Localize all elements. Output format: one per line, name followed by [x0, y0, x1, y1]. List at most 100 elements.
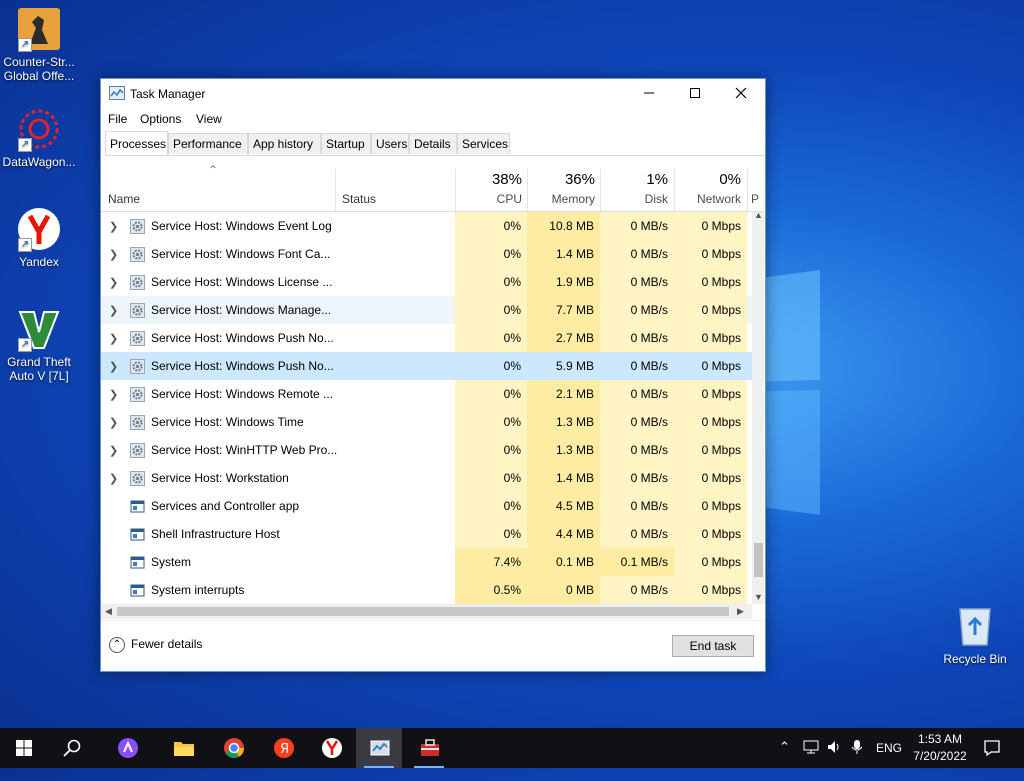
- process-cpu: 0%: [503, 331, 521, 345]
- start-button[interactable]: [0, 728, 46, 768]
- sort-ascending-icon: ⌃: [208, 163, 219, 177]
- chevron-right-icon[interactable]: ❯: [109, 332, 118, 345]
- clock[interactable]: 1:53 AM 7/20/2022: [900, 731, 980, 765]
- process-memory: 10.8 MB: [549, 219, 594, 233]
- scroll-right-arrow-icon[interactable]: ▶: [737, 606, 744, 617]
- task-manager-icon: [370, 740, 390, 756]
- svg-text:Я: Я: [280, 742, 289, 757]
- end-task-button[interactable]: End task: [672, 635, 754, 657]
- chevron-right-icon[interactable]: ❯: [109, 472, 118, 485]
- column-name[interactable]: Name: [108, 192, 140, 206]
- process-row[interactable]: ❯ Service Host: Workstation 0% 1.4 MB 0 MB/s…: [101, 464, 752, 492]
- process-row[interactable]: System interrupts 0.5% 0 MB 0 MB/s 0 Mbps: [101, 576, 752, 604]
- app-window-icon: [130, 528, 145, 541]
- column-memory[interactable]: Memory: [527, 192, 595, 206]
- process-disk: 0.1 MB/s: [620, 555, 668, 569]
- title-bar[interactable]: Task Manager: [101, 79, 765, 109]
- maximize-button[interactable]: [672, 79, 718, 109]
- process-cpu: 0%: [503, 415, 521, 429]
- column-network[interactable]: Network: [674, 192, 741, 206]
- yandex-browser-button[interactable]: [308, 728, 354, 768]
- minimize-button[interactable]: [626, 79, 672, 109]
- network-icon: [803, 740, 819, 754]
- process-disk: 0 MB/s: [630, 359, 668, 373]
- desktop-icon-csgo[interactable]: ↗ Counter-Str... Global Offe...: [2, 6, 76, 83]
- horizontal-scrollbar[interactable]: ◀ ▶: [101, 604, 752, 619]
- process-name: Services and Controller app: [151, 499, 300, 513]
- gear-icon: [130, 359, 145, 374]
- horizontal-scroll-thumb[interactable]: [117, 607, 729, 616]
- search-button[interactable]: [48, 728, 94, 768]
- process-row[interactable]: ❯ Service Host: Windows License ... 0% 1.9 …: [101, 268, 752, 296]
- scroll-up-arrow-icon[interactable]: ▲: [754, 210, 763, 220]
- process-row[interactable]: ❯ Service Host: Windows Push No... 0% 2.7 M…: [101, 324, 752, 352]
- process-row[interactable]: ❯ Service Host: Windows Remote ... 0% 2.1 M…: [101, 380, 752, 408]
- desktop-icon-gta[interactable]: ↗ Grand Theft Auto V [7L]: [2, 306, 76, 383]
- alice-button[interactable]: [104, 728, 150, 768]
- task-manager-window[interactable]: Task Manager File Options View Processes…: [100, 78, 766, 672]
- chevron-right-icon[interactable]: ❯: [109, 360, 118, 373]
- volume-icon[interactable]: [826, 739, 842, 779]
- toolbox-icon: [421, 739, 439, 756]
- process-network: 0 Mbps: [701, 499, 741, 513]
- tab-app-history[interactable]: App history: [248, 133, 321, 154]
- column-power-truncated[interactable]: P: [751, 192, 763, 206]
- tab-processes[interactable]: Processes: [105, 131, 168, 155]
- process-row[interactable]: ❯ Service Host: WinHTTP Web Pro... 0% 1.3 M…: [101, 436, 752, 464]
- app-window-icon: [130, 584, 145, 597]
- show-hidden-icons-button[interactable]: ⌃: [779, 739, 790, 779]
- fewer-details-button[interactable]: ⌃ Fewer details: [109, 637, 202, 653]
- menu-options[interactable]: Options: [140, 112, 181, 126]
- process-row[interactable]: Services and Controller app 0% 4.5 MB 0 MB/…: [101, 492, 752, 520]
- vertical-scroll-thumb[interactable]: [754, 543, 763, 577]
- menu-view[interactable]: View: [196, 112, 222, 126]
- toolbox-taskbar-button[interactable]: [406, 728, 452, 768]
- column-status[interactable]: Status: [342, 192, 376, 206]
- tab-services[interactable]: Services: [457, 133, 510, 154]
- close-button[interactable]: [718, 79, 764, 109]
- process-row[interactable]: Shell Infrastructure Host 0% 4.4 MB 0 MB/s 0…: [101, 520, 752, 548]
- column-disk[interactable]: Disk: [600, 192, 668, 206]
- process-memory: 1.4 MB: [555, 247, 594, 261]
- action-center-button[interactable]: [983, 739, 1001, 779]
- chevron-right-icon[interactable]: ❯: [109, 388, 118, 401]
- menu-file[interactable]: File: [108, 112, 127, 126]
- network-icon[interactable]: [803, 739, 819, 779]
- chevron-right-icon[interactable]: ❯: [109, 304, 118, 317]
- process-list[interactable]: ❯ Service Host: Windows Event Log 0% 10.8 M…: [101, 212, 752, 604]
- process-memory: 1.3 MB: [555, 443, 594, 457]
- chevron-right-icon[interactable]: ❯: [109, 220, 118, 233]
- file-explorer-button[interactable]: [160, 728, 206, 768]
- process-row[interactable]: ❯ Service Host: Windows Event Log 0% 10.8 M…: [101, 212, 752, 240]
- tab-bar: Processes Performance App history Startu…: [105, 131, 765, 156]
- tab-performance[interactable]: Performance: [168, 133, 248, 154]
- process-row[interactable]: ❯ Service Host: Windows Font Ca... 0% 1.4 M…: [101, 240, 752, 268]
- process-memory: 5.9 MB: [555, 359, 594, 373]
- process-row[interactable]: ❯ Service Host: Windows Push No... 0% 5.9 M…: [101, 352, 752, 380]
- desktop-icon-datawagon[interactable]: ↗ DataWagon...: [2, 106, 76, 169]
- language-indicator[interactable]: ENG: [876, 741, 902, 781]
- desktop-icon-yandex[interactable]: ↗ Yandex: [2, 206, 76, 269]
- chevron-right-icon[interactable]: ❯: [109, 276, 118, 289]
- tab-startup[interactable]: Startup: [321, 133, 371, 154]
- tab-users[interactable]: Users: [371, 133, 409, 154]
- desktop-icon-recycle-bin[interactable]: Recycle Bin: [938, 603, 1012, 666]
- chevron-right-icon[interactable]: ❯: [109, 248, 118, 261]
- process-name: Shell Infrastructure Host: [151, 527, 280, 541]
- task-manager-taskbar-button[interactable]: [356, 728, 402, 768]
- process-row[interactable]: System 7.4% 0.1 MB 0.1 MB/s 0 Mbps: [101, 548, 752, 576]
- scroll-down-arrow-icon[interactable]: ▼: [754, 592, 763, 602]
- process-row[interactable]: ❯ Service Host: Windows Time 0% 1.3 MB 0 MB/…: [101, 408, 752, 436]
- microphone-icon[interactable]: [850, 739, 864, 779]
- process-row[interactable]: ❯ Service Host: Windows Manage... 0% 7.7 MB…: [101, 296, 752, 324]
- column-cpu[interactable]: CPU: [455, 192, 522, 206]
- gear-icon: [130, 471, 145, 486]
- scroll-left-arrow-icon[interactable]: ◀: [105, 606, 112, 617]
- chrome-button[interactable]: [210, 728, 256, 768]
- search-icon: [63, 739, 81, 757]
- chevron-right-icon[interactable]: ❯: [109, 444, 118, 457]
- vertical-scrollbar[interactable]: ▲ ▼: [752, 210, 764, 604]
- tab-details[interactable]: Details: [409, 133, 457, 154]
- yandex-button[interactable]: Я: [260, 728, 306, 768]
- chevron-right-icon[interactable]: ❯: [109, 416, 118, 429]
